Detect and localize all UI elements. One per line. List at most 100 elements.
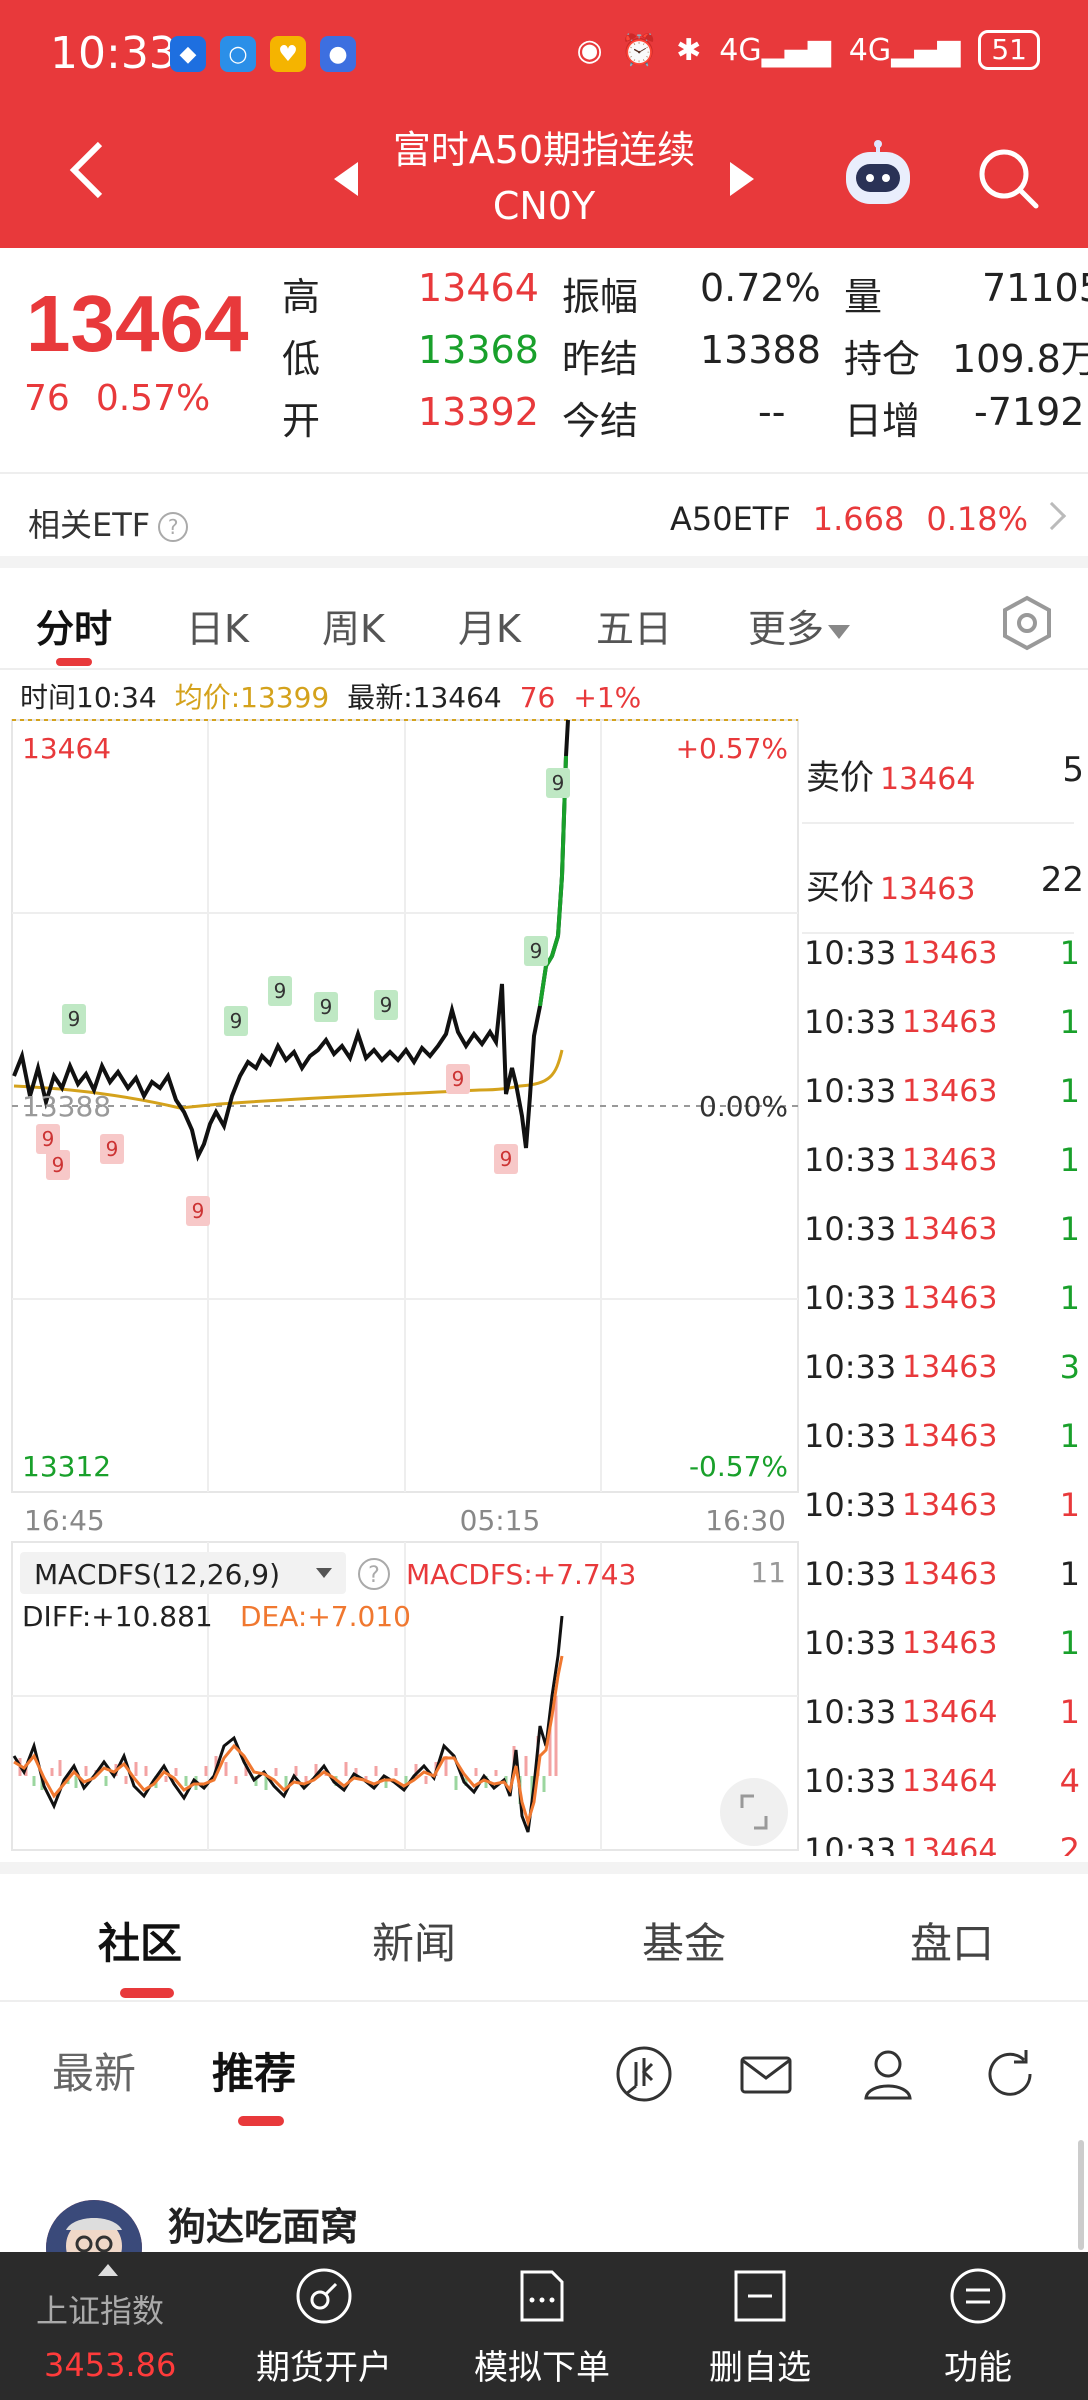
- bid-row: 买价 13463 22: [802, 826, 1084, 934]
- tick-price: 13464: [902, 1833, 998, 1856]
- tick-price: 13463: [902, 1074, 998, 1109]
- trade-tick-row: 10:33 13463 1: [804, 1210, 1088, 1279]
- tab-community[interactable]: 社区: [98, 1910, 182, 1971]
- info-change: 76: [519, 681, 556, 714]
- tab-five-day[interactable]: 五日: [596, 598, 672, 653]
- snowball-icon[interactable]: [614, 2044, 674, 2104]
- trade-tick-row: 10:33 13463 1: [804, 1555, 1088, 1624]
- pct-label-high: +0.57%: [676, 732, 788, 765]
- tick-time: 10:33: [804, 1210, 897, 1248]
- robot-assistant-icon[interactable]: [842, 140, 914, 208]
- tick-price: 13463: [902, 1350, 998, 1385]
- tick-volume: 1: [1059, 1486, 1080, 1524]
- author-name[interactable]: 狗达吃面窝: [168, 2196, 358, 2251]
- nav-simulated-order[interactable]: 模拟下单: [452, 2252, 632, 2400]
- value-prev-settle: 13388: [700, 328, 821, 372]
- nav-futures-account[interactable]: 期货开户: [234, 2252, 414, 2400]
- order-book: 卖价 13464 5 买价 13463 22 10:33 13463 1 10:33 134…: [800, 716, 1088, 1856]
- contract-title: 富时A50期指连续 CN0Y: [330, 122, 758, 234]
- nav-functions[interactable]: 功能: [888, 2252, 1068, 2400]
- mail-icon[interactable]: [736, 2044, 796, 2104]
- refresh-icon[interactable]: [980, 2044, 1040, 2104]
- post-item[interactable]: 狗达吃面窝: [0, 2136, 1088, 2296]
- related-etf-bar[interactable]: 相关ETF? A50ETF 1.668 0.18%: [0, 472, 1088, 568]
- ask-price: 13464: [880, 762, 976, 797]
- label-high: 高: [282, 275, 321, 319]
- tick-price: 13464: [902, 1764, 998, 1799]
- status-time: 10:33: [50, 28, 177, 79]
- intraday-chart[interactable]: 9 9 9 9 9 9 9 9 9 9 9 9 9 13464 13388 13…: [0, 716, 800, 1856]
- svg-text:9: 9: [230, 1009, 243, 1033]
- tick-volume: 1: [1059, 1210, 1080, 1248]
- svg-text:9: 9: [320, 995, 333, 1019]
- etf-percent: 0.18%: [926, 500, 1028, 538]
- tick-volume: 1: [1059, 1003, 1080, 1041]
- trade-tick-row: 10:33 13463 1: [804, 1003, 1088, 1072]
- y-label-mid: 13388: [22, 1090, 111, 1123]
- help-icon[interactable]: ?: [158, 512, 189, 542]
- tick-time: 10:33: [804, 1762, 897, 1800]
- tick-time: 10:33: [804, 1141, 897, 1179]
- change-percent: 0.57%: [95, 378, 211, 419]
- tick-time: 10:33: [804, 1348, 897, 1386]
- back-icon[interactable]: [66, 140, 106, 200]
- bid-price: 13463: [880, 872, 976, 907]
- diff-line: [12, 1615, 564, 1833]
- x-label-start: 16:45: [24, 1504, 105, 1537]
- tab-weekly-k[interactable]: 周K: [322, 598, 385, 653]
- sell-signal-markers: 9 9 9 9 9 9: [36, 1064, 518, 1226]
- tick-volume: 1: [1059, 1555, 1080, 1593]
- info-percent: +1%: [573, 681, 642, 714]
- tick-volume: 3: [1059, 1348, 1080, 1386]
- settings-hexagon-icon[interactable]: [998, 594, 1056, 652]
- tab-daily-k[interactable]: 日K: [186, 598, 249, 653]
- label-daily-change: 日增: [844, 399, 921, 443]
- next-contract-icon[interactable]: [730, 162, 754, 196]
- tick-volume: 1: [1059, 934, 1080, 972]
- y-label-low: 13312: [22, 1450, 111, 1483]
- value-settle: --: [758, 390, 786, 434]
- ask-row: 卖价 13464 5: [802, 716, 1084, 824]
- section-tab-indicator: [120, 1988, 174, 1998]
- notification-icons: ◆ ○ ♥ ●: [170, 36, 356, 72]
- tick-price: 13463: [902, 1626, 998, 1661]
- index-label[interactable]: 上证指数: [36, 2286, 164, 2332]
- bottom-nav: 上证指数 3453.86 期货开户 模拟下单 删自选 功能: [0, 2252, 1088, 2400]
- diff-value: DIFF:+10.881: [22, 1600, 213, 1633]
- active-tab-indicator: [56, 658, 92, 666]
- signal-icon: 4G▂▄▆: [719, 32, 831, 68]
- heart-app-icon: ♥: [270, 36, 306, 72]
- caret-down-icon: [828, 624, 851, 639]
- tab-monthly-k[interactable]: 月K: [458, 598, 521, 653]
- tick-time: 10:33: [804, 1417, 897, 1455]
- user-icon[interactable]: [858, 2044, 918, 2104]
- tab-news[interactable]: 新闻: [372, 1910, 456, 1971]
- tab-latest[interactable]: 最新: [52, 2040, 136, 2101]
- expand-up-icon[interactable]: [98, 2264, 118, 2276]
- svg-text:9: 9: [52, 1153, 65, 1177]
- macd-value: MACDFS:+7.743: [406, 1558, 636, 1591]
- search-icon[interactable]: [976, 146, 1040, 210]
- dea-value: DEA:+7.010: [240, 1600, 411, 1633]
- tab-recommended[interactable]: 推荐: [212, 2040, 296, 2101]
- x-label-mid: 05:15: [460, 1504, 541, 1537]
- tab-more[interactable]: 更多: [748, 598, 851, 653]
- fullscreen-button[interactable]: [720, 1778, 788, 1846]
- label-settle: 今结: [562, 399, 639, 443]
- info-latest: 最新:13464: [347, 681, 502, 714]
- tab-market-depth[interactable]: 盘口: [910, 1910, 994, 1971]
- tab-intraday[interactable]: 分时: [36, 598, 112, 653]
- tab-fund[interactable]: 基金: [642, 1910, 726, 1971]
- value-daily-change: -7192: [974, 390, 1085, 434]
- tick-price: 13463: [902, 1005, 998, 1040]
- etf-price: 1.668: [812, 500, 905, 538]
- value-open: 13392: [418, 390, 539, 434]
- scrollbar[interactable]: [1078, 2140, 1084, 2250]
- contract-code: CN0Y: [492, 184, 596, 228]
- tick-time: 10:33: [804, 1279, 897, 1317]
- value-amplitude: 0.72%: [700, 266, 821, 310]
- tick-volume: 1: [1059, 1279, 1080, 1317]
- eye-icon: ◉: [576, 32, 603, 68]
- tick-time: 10:33: [804, 1831, 897, 1856]
- nav-remove-watchlist[interactable]: 删自选: [670, 2252, 850, 2400]
